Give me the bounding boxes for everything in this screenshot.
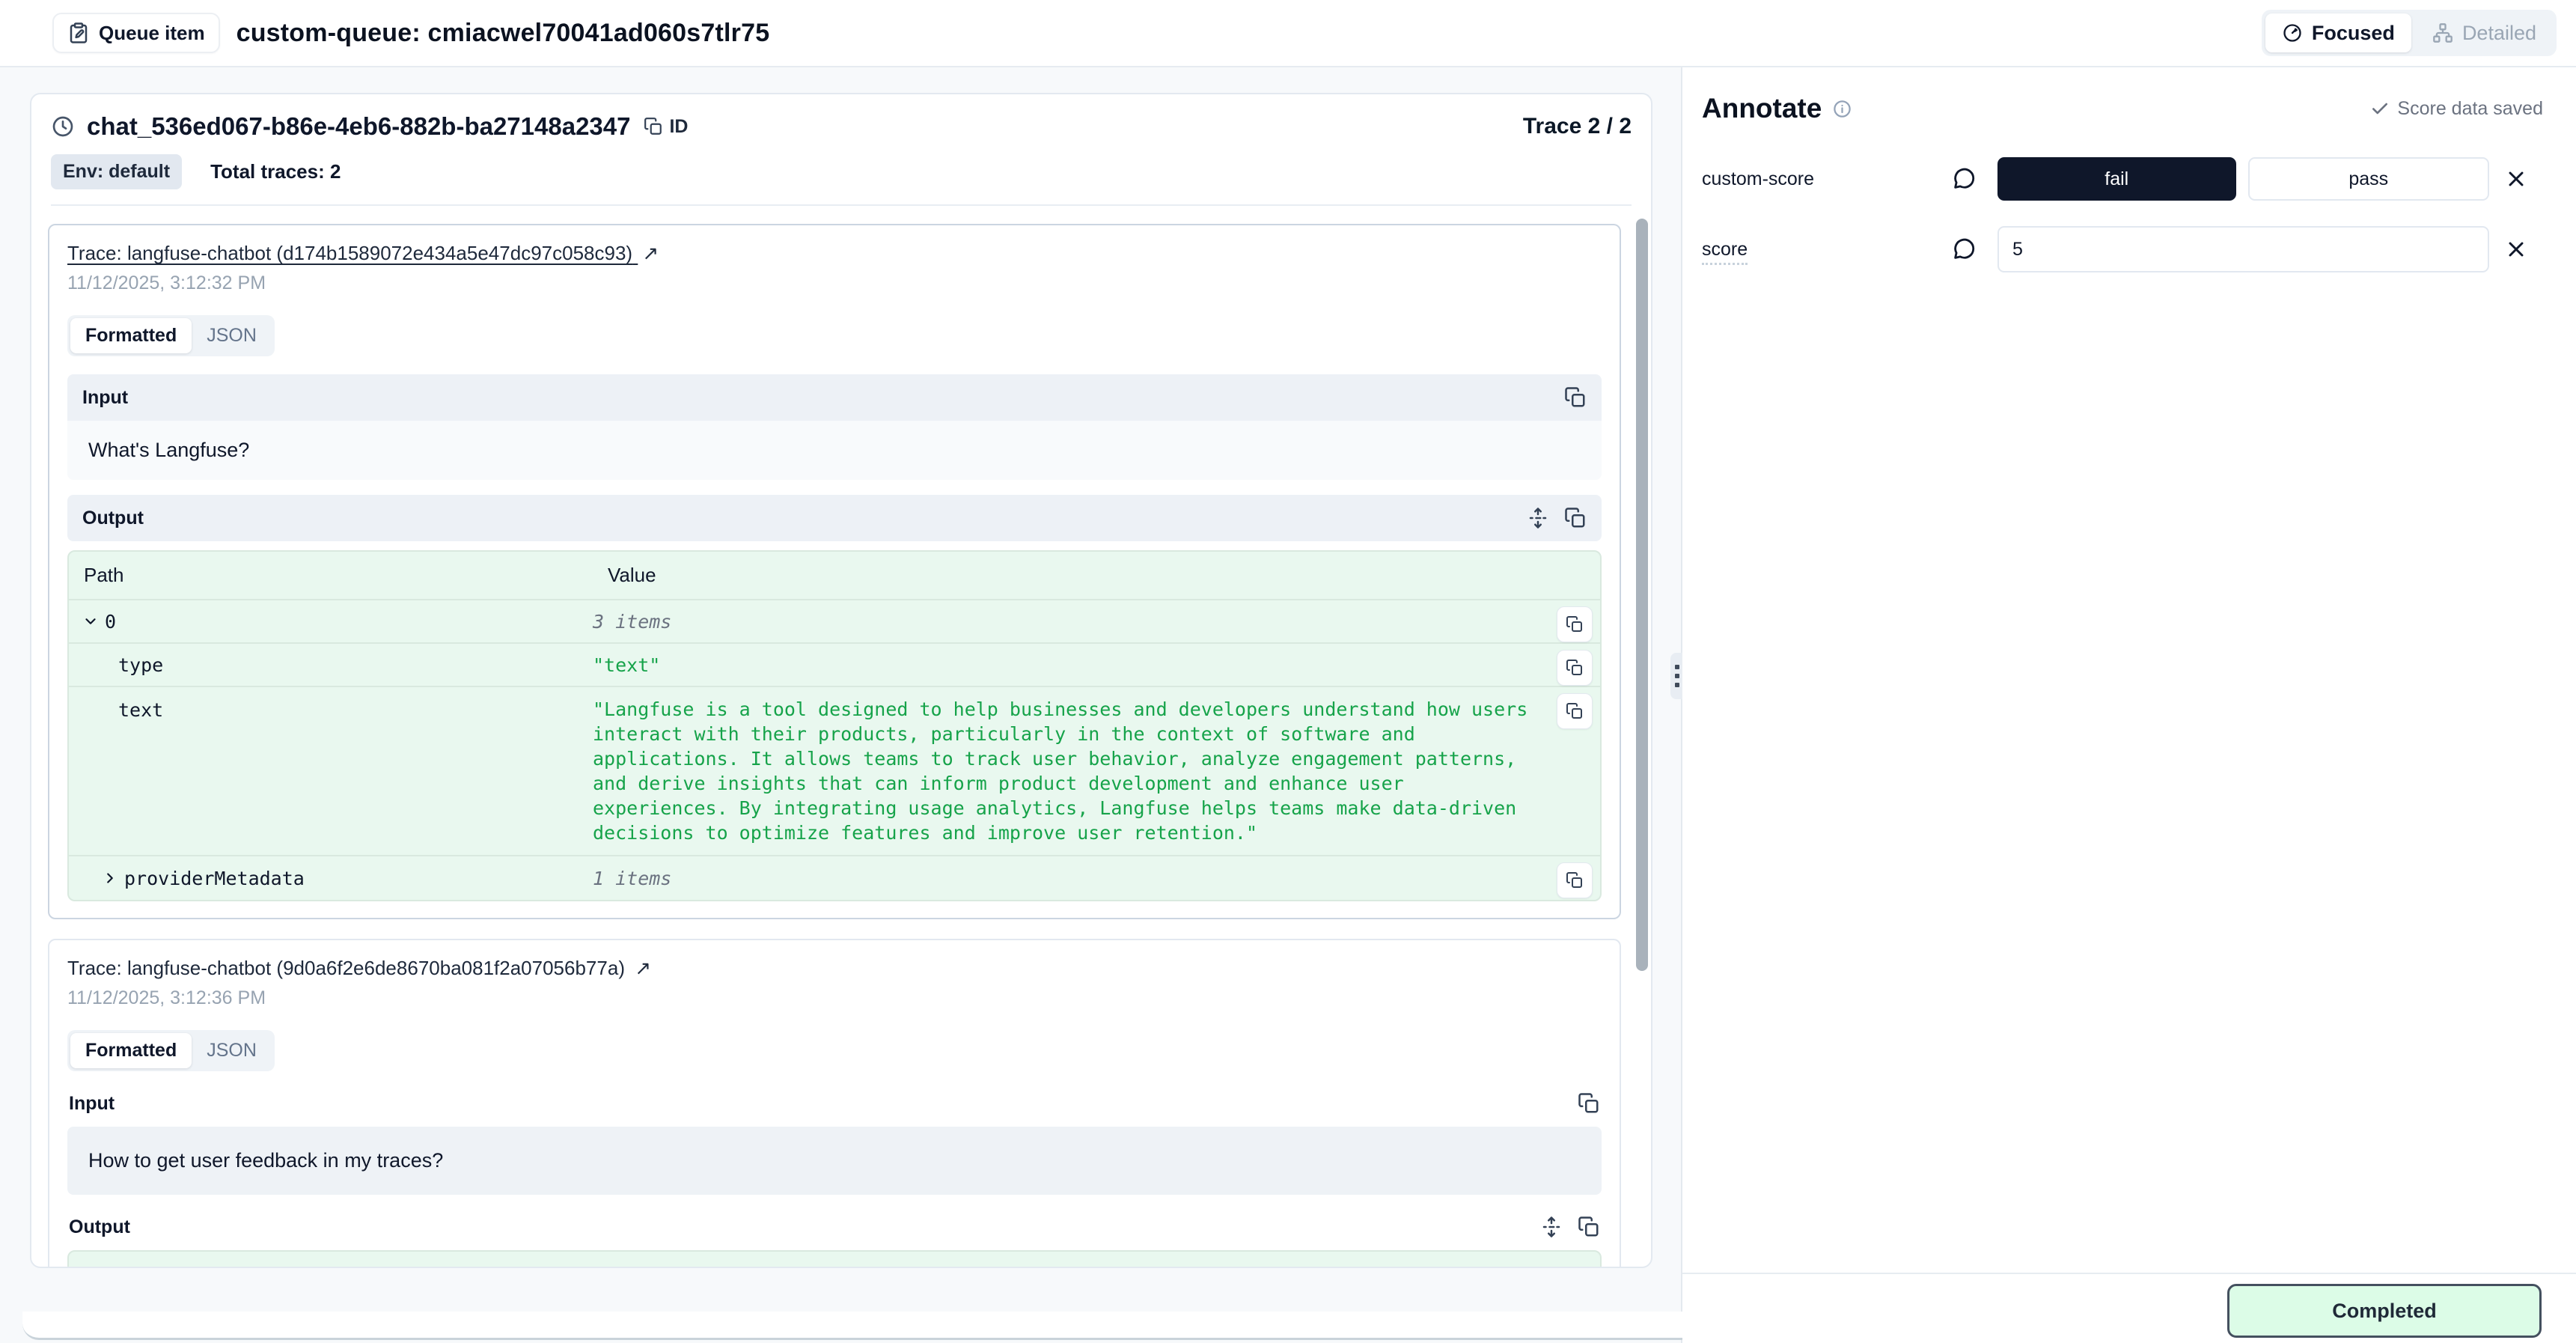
input-content-2: How to get user feedback in my traces?	[67, 1127, 1602, 1195]
output-json-table-2: Path Value 0 3 items	[67, 1250, 1602, 1268]
annotate-title: Annotate	[1702, 93, 1822, 124]
score-value-input[interactable]	[1997, 226, 2489, 272]
tab-json[interactable]: JSON	[192, 1033, 272, 1068]
copy-output-icon[interactable]	[1578, 1216, 1600, 1238]
trace-card-1: Trace: langfuse-chatbot (d174b1589072e43…	[48, 224, 1621, 919]
output-json-table-1: Path Value 0 3 items typ	[67, 550, 1602, 901]
copy-id-control[interactable]: ID	[644, 116, 688, 138]
page-title: custom-queue: cmiacwel70041ad060s7tlr75	[236, 19, 770, 48]
id-label: ID	[669, 116, 688, 138]
column-value: Value	[593, 552, 1600, 599]
tab-json[interactable]: JSON	[192, 318, 272, 353]
view-mode-toggle: Focused Detailed	[2262, 10, 2557, 56]
score-saved-status: Score data saved	[2370, 98, 2543, 120]
output-label: Output	[82, 508, 144, 529]
output-section-header-2: Output	[67, 1216, 1602, 1238]
option-pass-button[interactable]: pass	[2248, 157, 2490, 201]
table-header-row: Path Value	[69, 552, 1600, 600]
input-section-header-1: Input	[67, 374, 1602, 421]
total-traces-label: Total traces: 2	[210, 160, 341, 183]
clipboard-pen-icon	[67, 22, 90, 44]
copy-input-icon[interactable]	[1578, 1092, 1600, 1115]
environment-badge: Env: default	[51, 154, 182, 189]
column-path: Path	[69, 552, 593, 599]
focused-toggle-label: Focused	[2312, 22, 2395, 45]
trace-card-2: Trace: langfuse-chatbot (9d0a6f2e6de8670…	[48, 939, 1621, 1268]
gauge-icon	[2282, 22, 2303, 43]
trace-timestamp-2: 11/12/2025, 3:12:36 PM	[67, 987, 1602, 1009]
column-value: Value	[593, 1252, 1600, 1268]
tab-formatted[interactable]: Formatted	[70, 318, 192, 353]
detailed-toggle-button[interactable]: Detailed	[2416, 13, 2553, 52]
queue-item-panel-header: chat_536ed067-b86e-4eb6-882b-ba27148a234…	[31, 94, 1651, 206]
delete-score-button[interactable]	[2489, 167, 2543, 191]
output-label: Output	[69, 1216, 130, 1238]
external-link-icon: ↗	[642, 242, 659, 265]
copy-input-icon[interactable]	[1564, 386, 1587, 409]
table-header-row: Path Value	[69, 1252, 1600, 1268]
focused-toggle-button[interactable]: Focused	[2265, 13, 2411, 52]
table-row[interactable]: providerMetadata 1 items	[69, 856, 1600, 900]
left-panel-scrollbar[interactable]	[1636, 219, 1648, 971]
input-label: Input	[82, 387, 128, 409]
tab-formatted[interactable]: Formatted	[70, 1033, 192, 1068]
trace-timestamp-1: 11/12/2025, 3:12:32 PM	[67, 272, 1602, 294]
score-row-score: score	[1702, 226, 2543, 272]
option-fail-button[interactable]: fail	[1997, 157, 2236, 201]
network-icon	[2432, 22, 2453, 43]
output-section-header-1: Output	[67, 495, 1602, 541]
trace-link-2[interactable]: Trace: langfuse-chatbot (9d0a6f2e6de8670…	[67, 957, 651, 979]
unfold-vertical-icon[interactable]	[1540, 1216, 1563, 1238]
queue-item-badge-label: Queue item	[99, 22, 205, 45]
comment-bubble-icon[interactable]	[1930, 166, 1997, 192]
queue-item-panel: chat_536ed067-b86e-4eb6-882b-ba27148a234…	[30, 93, 1652, 1268]
chevron-down-icon[interactable]	[82, 613, 99, 630]
column-path: Path	[69, 1252, 593, 1268]
table-row[interactable]: text "Langfuse is a tool designed to hel…	[69, 687, 1600, 856]
table-row[interactable]: type "text"	[69, 644, 1600, 687]
score-name-label: score	[1702, 239, 1930, 261]
table-row[interactable]: 0 3 items	[69, 600, 1600, 644]
top-header: Queue item custom-queue: cmiacwel70041ad…	[0, 0, 2576, 67]
bottom-edge-strip	[22, 1312, 1759, 1340]
unfold-vertical-icon[interactable]	[1527, 507, 1549, 529]
delete-score-button[interactable]	[2489, 237, 2543, 261]
external-link-icon: ↗	[635, 957, 651, 980]
info-icon	[1832, 99, 1852, 119]
completed-button[interactable]: Completed	[2227, 1284, 2542, 1338]
format-tabs-1: Formatted JSON	[67, 315, 275, 356]
input-section-header-2: Input	[67, 1092, 1602, 1115]
chat-session-title: chat_536ed067-b86e-4eb6-882b-ba27148a234…	[87, 112, 630, 141]
comment-bubble-icon[interactable]	[1930, 237, 1997, 262]
score-row-custom-score: custom-score fail pass	[1702, 157, 2543, 201]
format-tabs-2: Formatted JSON	[67, 1030, 275, 1071]
trace-link-1[interactable]: Trace: langfuse-chatbot (d174b1589072e43…	[67, 242, 659, 264]
copy-output-icon[interactable]	[1564, 507, 1587, 529]
annotate-footer: Completed	[1682, 1273, 2576, 1343]
copy-row-button[interactable]	[1557, 606, 1593, 642]
traces-scroll-area[interactable]: Trace: langfuse-chatbot (d174b1589072e43…	[31, 206, 1651, 1268]
chevron-right-icon[interactable]	[102, 870, 118, 886]
clock-icon	[51, 115, 75, 138]
queue-item-badge: Queue item	[52, 13, 220, 53]
check-icon	[2370, 99, 2390, 118]
annotate-panel: Annotate Score data saved custom-score f…	[1682, 67, 2576, 1273]
copy-row-button[interactable]	[1557, 650, 1593, 686]
input-content-1: What's Langfuse?	[67, 421, 1602, 480]
copy-icon	[644, 117, 663, 136]
copy-row-button[interactable]	[1557, 693, 1593, 729]
detailed-toggle-label: Detailed	[2462, 22, 2536, 45]
trace-counter: Trace 2 / 2	[1523, 114, 1632, 139]
score-name-label: custom-score	[1702, 168, 1930, 190]
input-label: Input	[69, 1093, 115, 1115]
copy-row-button[interactable]	[1557, 862, 1593, 898]
